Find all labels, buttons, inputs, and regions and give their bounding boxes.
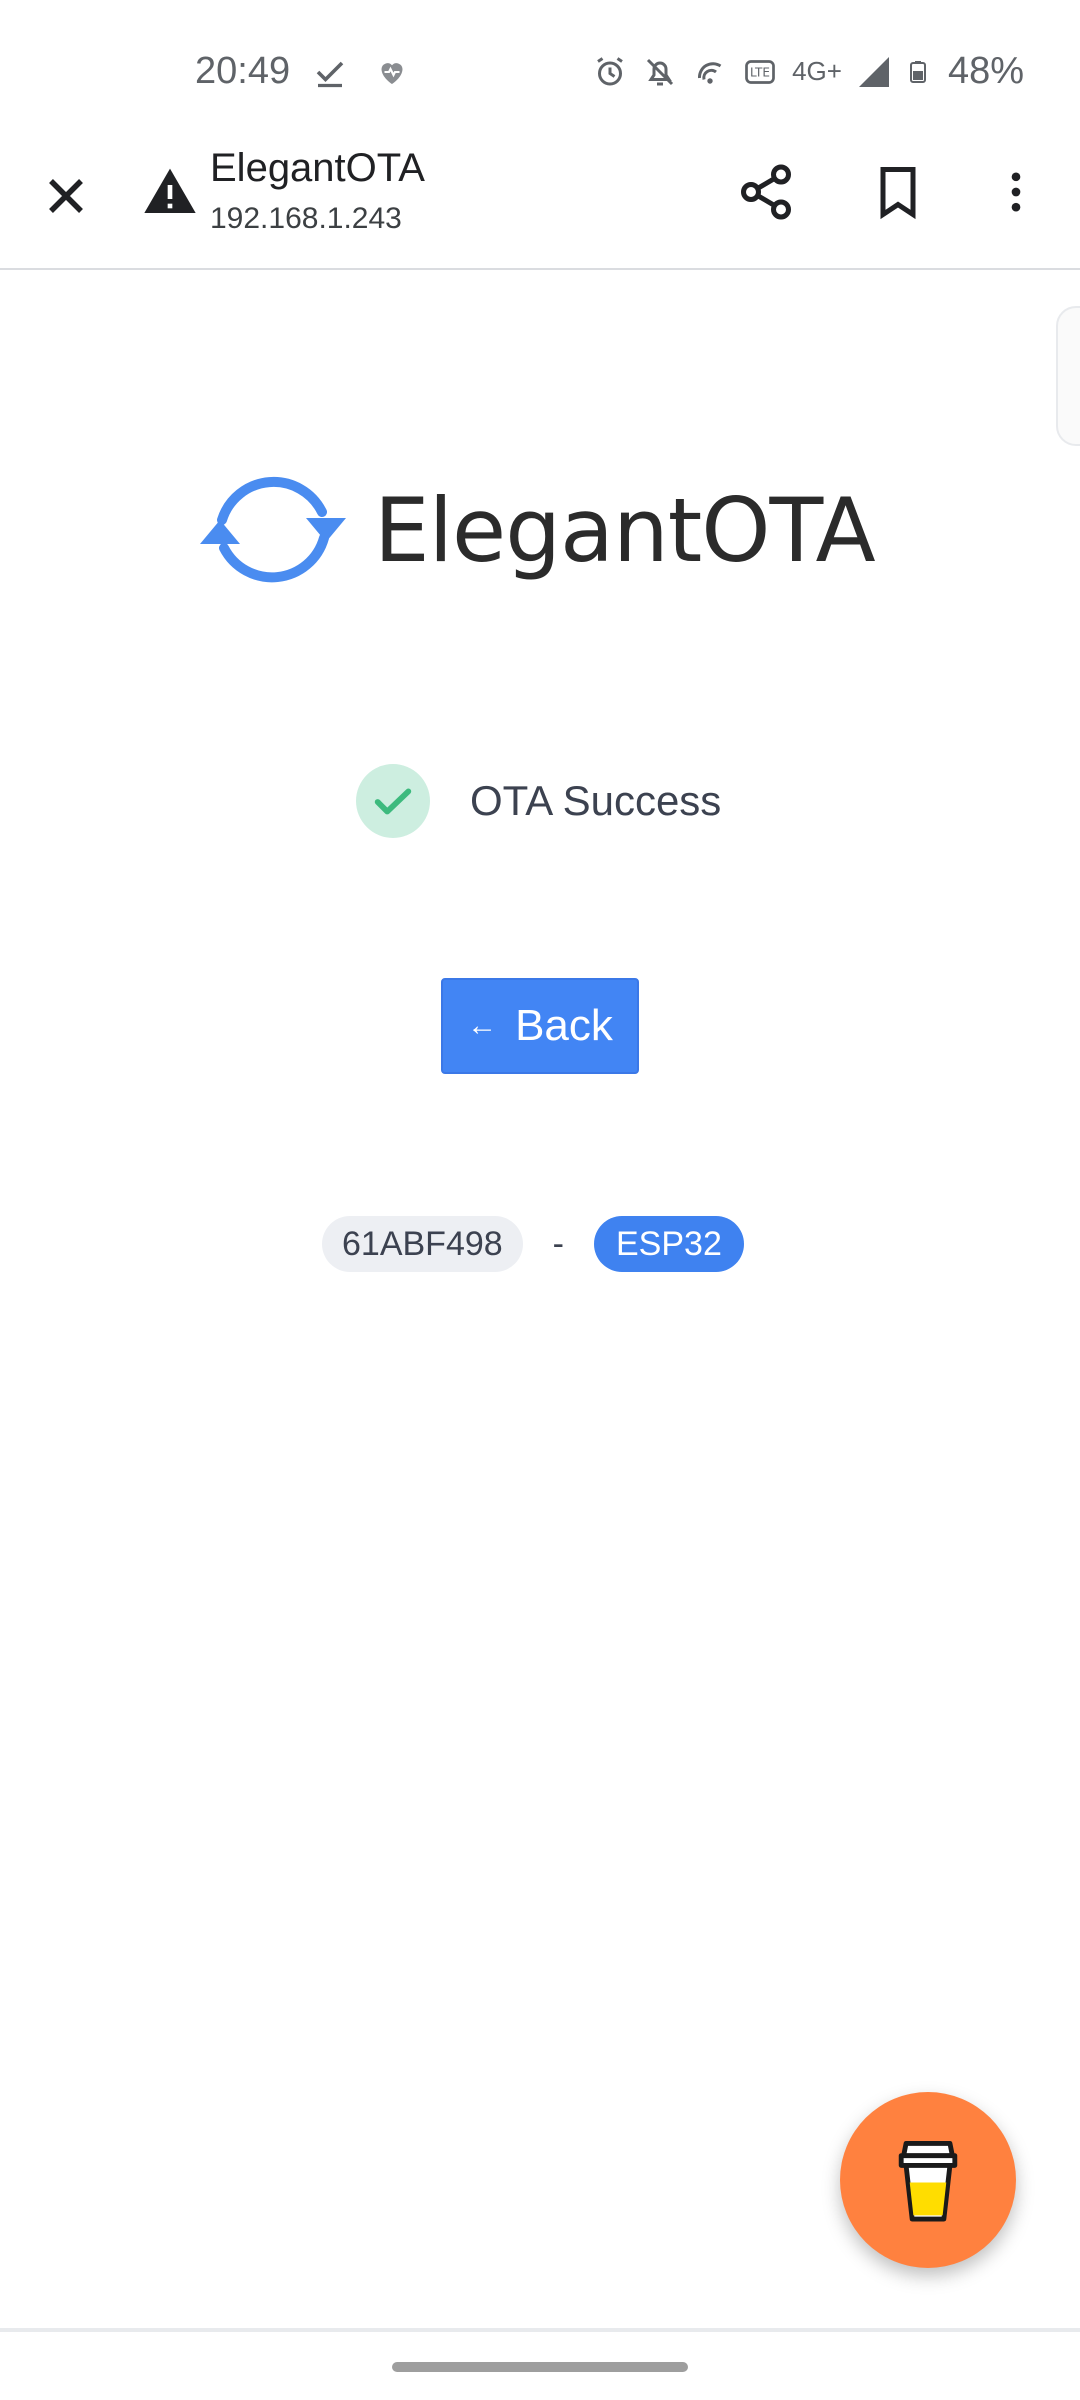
screen: 20:49 LTE 4G+ 48% ElegantOTA 192.168.1.2… <box>0 0 1080 2400</box>
back-button-label: Back <box>515 1001 613 1050</box>
warning-icon[interactable] <box>142 164 198 220</box>
device-info: 61ABF498 - ESP32 <box>322 1216 744 1272</box>
status-time: 20:49 <box>195 50 291 92</box>
status-right: LTE 4G+ 48% <box>592 50 1024 93</box>
success-badge <box>356 764 430 838</box>
status-left-icons <box>312 54 410 90</box>
bookmark-icon[interactable] <box>868 162 928 222</box>
logo: ElegantOTA <box>196 462 876 598</box>
hotspot-icon <box>698 61 722 84</box>
health-heart-icon <box>381 63 403 84</box>
edge-panel-handle[interactable] <box>1056 306 1080 446</box>
network-type: 4G+ <box>792 56 842 86</box>
arrow-left-icon: ← <box>467 1009 498 1042</box>
page-url[interactable]: 192.168.1.243 <box>210 202 402 236</box>
battery-level: 48% <box>947 50 1024 92</box>
browser-toolbar: ElegantOTA 192.168.1.243 <box>0 140 1080 270</box>
ota-status: OTA Success <box>356 764 721 838</box>
signal-icon <box>858 56 889 87</box>
status-message: OTA Success <box>470 777 722 824</box>
close-icon[interactable] <box>36 166 96 226</box>
bottom-divider <box>0 2328 1080 2332</box>
volte-icon: LTE <box>745 59 775 84</box>
coffee-cup-icon <box>898 2141 958 2222</box>
build-id-badge: 61ABF498 <box>322 1216 523 1272</box>
done-check-icon <box>316 61 344 88</box>
check-icon <box>374 788 412 815</box>
logo-text: ElegantOTA <box>374 478 876 582</box>
notifications-off-icon <box>647 58 674 85</box>
buy-me-a-coffee-button[interactable] <box>840 2092 1016 2268</box>
back-button[interactable]: ← Back <box>441 978 639 1074</box>
svg-text:LTE: LTE <box>750 65 770 79</box>
page-title: ElegantOTA <box>210 146 425 190</box>
alarm-icon <box>597 56 623 85</box>
home-gesture-bar[interactable] <box>392 2362 688 2372</box>
chip-badge: ESP32 <box>594 1216 744 1272</box>
badge-separator: - <box>552 1224 564 1263</box>
more-vert-icon[interactable] <box>990 162 1042 222</box>
battery-icon <box>909 60 926 83</box>
share-icon[interactable] <box>736 162 796 222</box>
status-bar: 20:49 LTE 4G+ 48% <box>0 0 1080 140</box>
refresh-arrows-icon <box>200 476 346 583</box>
